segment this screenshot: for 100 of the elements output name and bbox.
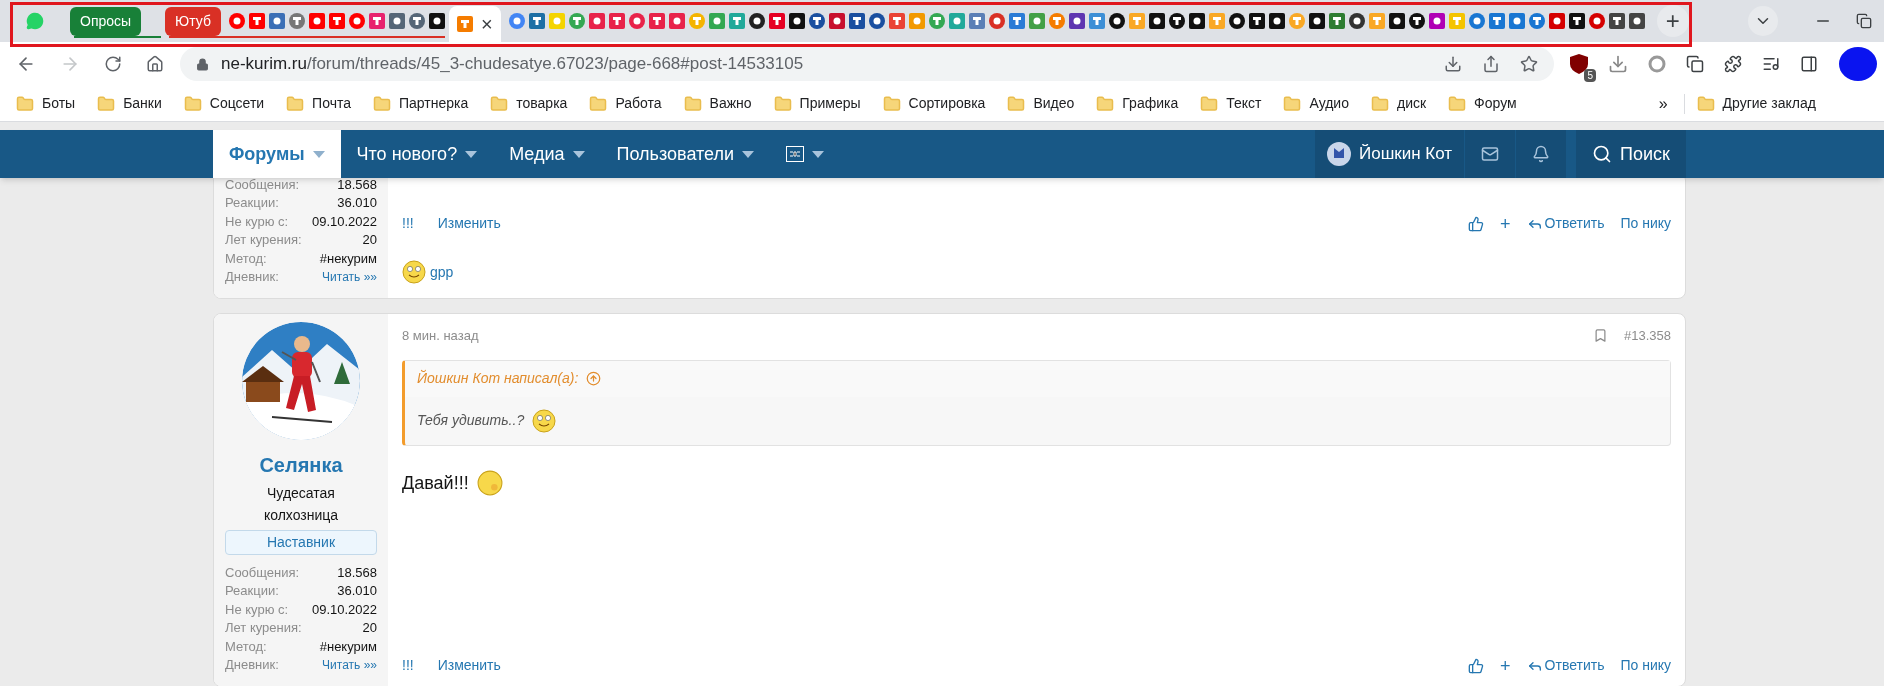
- active-tab[interactable]: ×: [449, 6, 501, 42]
- nav-tab[interactable]: Пользователи: [600, 130, 771, 178]
- share-icon[interactable]: [1482, 55, 1500, 73]
- smiley-icon: [476, 470, 503, 496]
- bookmark-link[interactable]: Видео: [1033, 93, 1075, 114]
- caret-icon: [465, 150, 478, 158]
- tab-icon[interactable]: [1188, 13, 1205, 29]
- close-tab-button[interactable]: ×: [481, 14, 493, 34]
- folder-icon: [16, 94, 34, 113]
- bookmark-link[interactable]: Работа: [615, 93, 662, 114]
- edit-link[interactable]: Изменить: [437, 655, 501, 676]
- bookmark-link[interactable]: Примеры: [799, 93, 861, 114]
- caret-icon: [572, 150, 585, 158]
- media-icon[interactable]: [1762, 55, 1780, 73]
- folder-icon: [1371, 94, 1389, 113]
- bookmark-link[interactable]: Текст: [1226, 93, 1262, 114]
- marks-link[interactable]: !!!: [402, 655, 414, 676]
- extensions-icon[interactable]: [1724, 55, 1742, 73]
- bookmark-icon[interactable]: [1593, 328, 1608, 344]
- address-bar[interactable]: ne-kurim.ru/forum/threads/45_3-chudesatye.67023/page-668#post-14533105: [180, 47, 1554, 81]
- smiley-icon: [532, 408, 557, 433]
- marks-link[interactable]: !!!: [402, 213, 414, 234]
- tab-icon[interactable]: [748, 13, 765, 29]
- bookmark-link[interactable]: Аудио: [1309, 93, 1349, 114]
- side-panel-icon[interactable]: [1800, 55, 1818, 73]
- home-icon[interactable]: [146, 55, 164, 73]
- bookmark-link[interactable]: диск: [1397, 93, 1427, 114]
- shield-icon[interactable]: [1570, 54, 1588, 74]
- bookmark-link[interactable]: Соцсети: [209, 93, 265, 114]
- user-menu[interactable]: Йошкин Кот: [1314, 130, 1465, 178]
- like-icon[interactable]: [1468, 215, 1485, 232]
- bookmark-link[interactable]: Боты: [42, 93, 76, 114]
- bookmark-link[interactable]: Форум: [1474, 93, 1517, 114]
- bookmark-link[interactable]: товарка: [516, 93, 568, 114]
- alerts-button[interactable]: [1516, 130, 1567, 178]
- nav-tab[interactable]: Форумы: [213, 130, 341, 178]
- tabs-icon[interactable]: [1686, 55, 1704, 73]
- tab-icon[interactable]: [788, 13, 805, 29]
- nav-tab[interactable]: Что нового?: [340, 130, 494, 178]
- like-icon[interactable]: [1468, 657, 1485, 674]
- reply-link[interactable]: Ответить: [1526, 213, 1605, 234]
- reload-icon[interactable]: [104, 55, 122, 73]
- reply-link[interactable]: Ответить: [1526, 655, 1605, 676]
- tab-icon[interactable]: [1248, 13, 1265, 29]
- by-nick-link[interactable]: По нику: [1620, 655, 1671, 676]
- tab-icon[interactable]: [1108, 13, 1125, 29]
- bookmark-link[interactable]: Партнерка: [399, 93, 469, 114]
- bookmark-link[interactable]: Почта: [312, 93, 351, 114]
- nav-tab[interactable]: Медиа: [493, 130, 601, 178]
- search-button[interactable]: Поиск: [1576, 130, 1686, 178]
- bookmark-link[interactable]: Банки: [123, 93, 162, 114]
- tab-group-chip[interactable]: Ютуб: [165, 6, 221, 36]
- tab-icon[interactable]: [808, 13, 825, 29]
- tab-icon[interactable]: [1308, 13, 1325, 29]
- star-icon[interactable]: [1520, 55, 1538, 73]
- stat-value: 20: [362, 619, 377, 637]
- post-number[interactable]: #13.358: [1624, 326, 1671, 346]
- restore-icon[interactable]: [1856, 13, 1872, 29]
- tab-icon[interactable]: [1148, 13, 1165, 29]
- bookmark-link[interactable]: Графика: [1122, 93, 1179, 114]
- bookmark-link[interactable]: Другие заклад: [1722, 93, 1816, 114]
- stat-label: Лет курения:: [225, 231, 302, 249]
- tab-search-button[interactable]: [1748, 6, 1778, 36]
- user-name[interactable]: Селянка: [259, 450, 343, 480]
- download-icon[interactable]: [1608, 54, 1628, 74]
- tab-icon[interactable]: [1268, 13, 1285, 29]
- tab-icon[interactable]: [429, 13, 445, 29]
- tab-icon[interactable]: [848, 13, 865, 29]
- profile-avatar[interactable]: [1838, 46, 1878, 82]
- tab-icon[interactable]: [1168, 13, 1185, 29]
- reaction-link[interactable]: gpp: [430, 261, 454, 283]
- ring-icon[interactable]: [1648, 55, 1666, 73]
- bookmark-link[interactable]: Важно: [709, 93, 752, 114]
- sos-icon[interactable]: [786, 146, 805, 162]
- new-tab-button[interactable]: +: [1656, 5, 1689, 37]
- tab-icon[interactable]: [1568, 13, 1585, 29]
- folder-icon: [683, 94, 702, 113]
- tab-icon[interactable]: [1608, 13, 1625, 29]
- edit-link[interactable]: Изменить: [437, 213, 501, 234]
- tab-group-chip[interactable]: Опросы: [70, 6, 142, 36]
- tab-icon[interactable]: [868, 13, 885, 29]
- inbox-button[interactable]: [1465, 130, 1516, 178]
- folder-icon: [183, 94, 202, 113]
- install-icon[interactable]: [1444, 55, 1462, 73]
- more-bookmarks-button[interactable]: »: [1658, 91, 1668, 116]
- stat-link[interactable]: Читать »»: [322, 655, 377, 674]
- stat-link[interactable]: Читать »»: [322, 267, 377, 286]
- bookmark-link[interactable]: Сортировка: [908, 93, 986, 114]
- by-nick-link[interactable]: По нику: [1620, 213, 1671, 234]
- folder-icon: [97, 94, 116, 113]
- add-link[interactable]: +: [1500, 656, 1511, 675]
- tab-icon[interactable]: [1228, 13, 1245, 29]
- tab-icon[interactable]: [1068, 13, 1085, 29]
- tab-icon[interactable]: [1628, 13, 1645, 29]
- jump-icon[interactable]: [586, 371, 602, 386]
- add-link[interactable]: +: [1500, 214, 1511, 233]
- tab-icon[interactable]: [1408, 13, 1425, 29]
- tab-icon[interactable]: [1348, 13, 1365, 29]
- stat-label: Не курю с:: [225, 600, 289, 619]
- tab-icon[interactable]: [1388, 13, 1405, 29]
